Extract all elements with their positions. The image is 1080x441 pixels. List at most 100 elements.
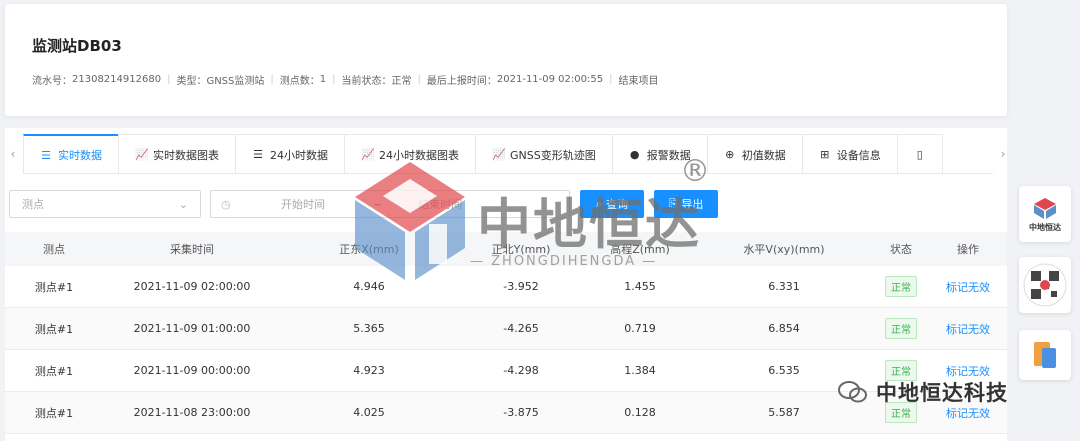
end-time-input[interactable]: 结束时间 <box>418 196 462 212</box>
tab-label: 实时数据 <box>58 149 102 162</box>
tab-list: ☰ 实时数据 📈 实时数据图表 ☰ 24小时数据 📈 24小时数据图表 📈 GN… <box>23 134 993 174</box>
tab-label: 初值数据 <box>741 148 786 162</box>
list-icon: ☰ <box>41 148 51 162</box>
tab-alarm-data[interactable]: ● 报警数据 <box>611 134 708 173</box>
cell-z: 1.384 <box>624 364 656 377</box>
line-chart-icon: 📈 <box>361 148 375 161</box>
meta-serial-label: 流水号： <box>32 76 72 87</box>
globe-icon: ⊕ <box>725 148 735 161</box>
cell-y: -4.298 <box>503 364 539 377</box>
point-select-placeholder: 测点 <box>22 198 44 211</box>
brand-logo-icon <box>1034 197 1056 219</box>
cell-point: 测点#1 <box>34 364 74 378</box>
meta-type-value: GNSS监测站 <box>206 76 265 87</box>
tab-label: 报警数据 <box>646 148 691 162</box>
start-time-input[interactable]: 开始时间 <box>281 196 325 212</box>
cell-point: 测点#1 <box>34 322 74 336</box>
cell-time: 2021-11-09 02:00:00 <box>133 280 251 293</box>
cell-v: 5.587 <box>768 406 800 419</box>
status-badge: 正常 <box>885 276 917 297</box>
cell-z: 0.719 <box>624 322 656 335</box>
tab-24h-data[interactable]: ☰ 24小时数据 <box>235 134 345 173</box>
cell-action: 标记无效 <box>929 266 1007 307</box>
tab-label: 设备信息 <box>836 148 881 162</box>
cell-time: 2021-11-08 23:00:00 <box>133 406 251 419</box>
cell-v: 6.331 <box>768 280 800 293</box>
table-row: 测点#1 2021-11-09 00:00:00 4.923 -4.298 1.… <box>5 350 1007 392</box>
cell-x: 4.946 <box>353 280 385 293</box>
tab-label: GNSS变形轨迹图 <box>510 148 596 162</box>
meta-type-label: 类型： <box>176 76 207 87</box>
tab-realtime-chart[interactable]: 📈 实时数据图表 <box>118 134 236 173</box>
meta-report-label: 最后上报时间： <box>426 76 497 87</box>
mark-invalid-link[interactable]: 标记无效 <box>946 363 990 379</box>
tab-label: 实时数据图表 <box>153 148 219 162</box>
cell-v: 6.854 <box>768 322 800 335</box>
line-chart-icon: 📈 <box>135 148 149 161</box>
qr-code-icon <box>1023 263 1067 307</box>
side-mobile-card[interactable] <box>1019 330 1071 380</box>
mark-invalid-link[interactable]: 标记无效 <box>946 405 990 421</box>
range-separator: ~ <box>373 197 383 211</box>
tab-initial-data[interactable]: ⊕ 初值数据 <box>706 134 803 173</box>
cell-z: 1.455 <box>624 280 656 293</box>
meta-status-label: 当前状态： <box>341 76 392 87</box>
meta-divider: | <box>332 74 336 85</box>
column-header: 测点 <box>43 243 65 256</box>
tab-realtime-data[interactable]: ☰ 实时数据 <box>23 134 119 173</box>
column-header: 水平V(xy)(mm) <box>743 243 825 256</box>
station-header-card: 监测站DB03 流水号： 21308214912680 | 类型： GNSS监测站 … <box>5 4 1007 116</box>
tab-scroll-left-icon[interactable]: ‹ <box>5 134 21 174</box>
meta-divider: | <box>609 74 613 85</box>
cell-z: 0.128 <box>624 406 656 419</box>
date-range-picker[interactable]: ◷ 开始时间 ~ 结束时间 <box>210 190 570 218</box>
table-row: 测点#1 2021-11-08 23:00:00 4.025 -3.875 0.… <box>5 392 1007 434</box>
table-row: 测点#1 2021-11-09 02:00:00 4.946 -3.952 1.… <box>5 266 1007 308</box>
cell-x: 4.025 <box>353 406 385 419</box>
cell-status: 正常 <box>873 392 929 433</box>
cell-action: 标记无效 <box>929 308 1007 349</box>
query-button-label: 查询 <box>606 198 629 211</box>
side-logo-text: 中地恒达 <box>1029 222 1061 232</box>
cell-point: 测点#1 <box>34 406 74 420</box>
mark-invalid-link[interactable]: 标记无效 <box>946 279 990 295</box>
tab-label: 24小时数据 <box>270 148 328 162</box>
tab-scroll-right-icon[interactable]: › <box>995 134 1011 174</box>
cell-status: 正常 <box>873 350 929 391</box>
tab-24h-chart[interactable]: 📈 24小时数据图表 <box>344 134 476 173</box>
meta-report-value: 2021-11-09 02:00:55 <box>496 74 604 85</box>
tab-device-info[interactable]: ⊞ 设备信息 <box>801 134 898 173</box>
tab-more[interactable]: ▯ <box>896 134 943 173</box>
data-table: 测点 采集时间 正东X(mm) 正北Y(mm) 高程Z(mm) 水平V(xy)(… <box>5 232 1007 434</box>
meta-divider: | <box>270 74 274 85</box>
end-project-link[interactable]: 结束项目 <box>618 72 658 87</box>
line-chart-icon: 📈 <box>492 148 506 161</box>
cell-x: 4.923 <box>353 364 385 377</box>
station-meta: 流水号： 21308214912680 | 类型： GNSS监测站 | 测点数： 1 … <box>32 72 658 87</box>
cell-v: 6.535 <box>768 364 800 377</box>
side-qr-card[interactable] <box>1019 257 1071 313</box>
status-badge: 正常 <box>885 402 917 423</box>
data-panel: ‹ ☰ 实时数据 📈 实时数据图表 ☰ 24小时数据 📈 24小时数据图表 📈 … <box>5 128 1007 441</box>
column-header: 正东X(mm) <box>339 243 399 256</box>
clock-icon: ◷ <box>221 197 231 211</box>
tab-bar: ‹ ☰ 实时数据 📈 实时数据图表 ☰ 24小时数据 📈 24小时数据图表 📈 … <box>5 134 1007 174</box>
tab-gnss-track[interactable]: 📈 GNSS变形轨迹图 <box>475 134 613 173</box>
cell-action: 标记无效 <box>929 392 1007 433</box>
point-select[interactable]: 测点 ⌄ <box>9 190 201 218</box>
column-header: 正北Y(mm) <box>491 243 551 256</box>
export-button[interactable]: ⎘ 导出 <box>654 190 718 218</box>
side-logo-card[interactable]: 中地恒达 <box>1019 186 1071 242</box>
cell-y: -4.265 <box>503 322 539 335</box>
page-title: 监测站DB03 <box>32 37 122 55</box>
list-icon: ☰ <box>253 148 263 161</box>
meta-points-value: 1 <box>319 74 327 85</box>
query-button[interactable]: ⌕ 查询 <box>580 190 644 218</box>
mark-invalid-link[interactable]: 标记无效 <box>946 321 990 337</box>
column-header: 采集时间 <box>170 243 214 256</box>
meta-serial-value: 21308214912680 <box>72 74 162 85</box>
column-header: 操作 <box>957 243 979 256</box>
column-header: 状态 <box>890 243 912 256</box>
cell-status: 正常 <box>873 308 929 349</box>
alert-icon: ● <box>629 148 640 161</box>
